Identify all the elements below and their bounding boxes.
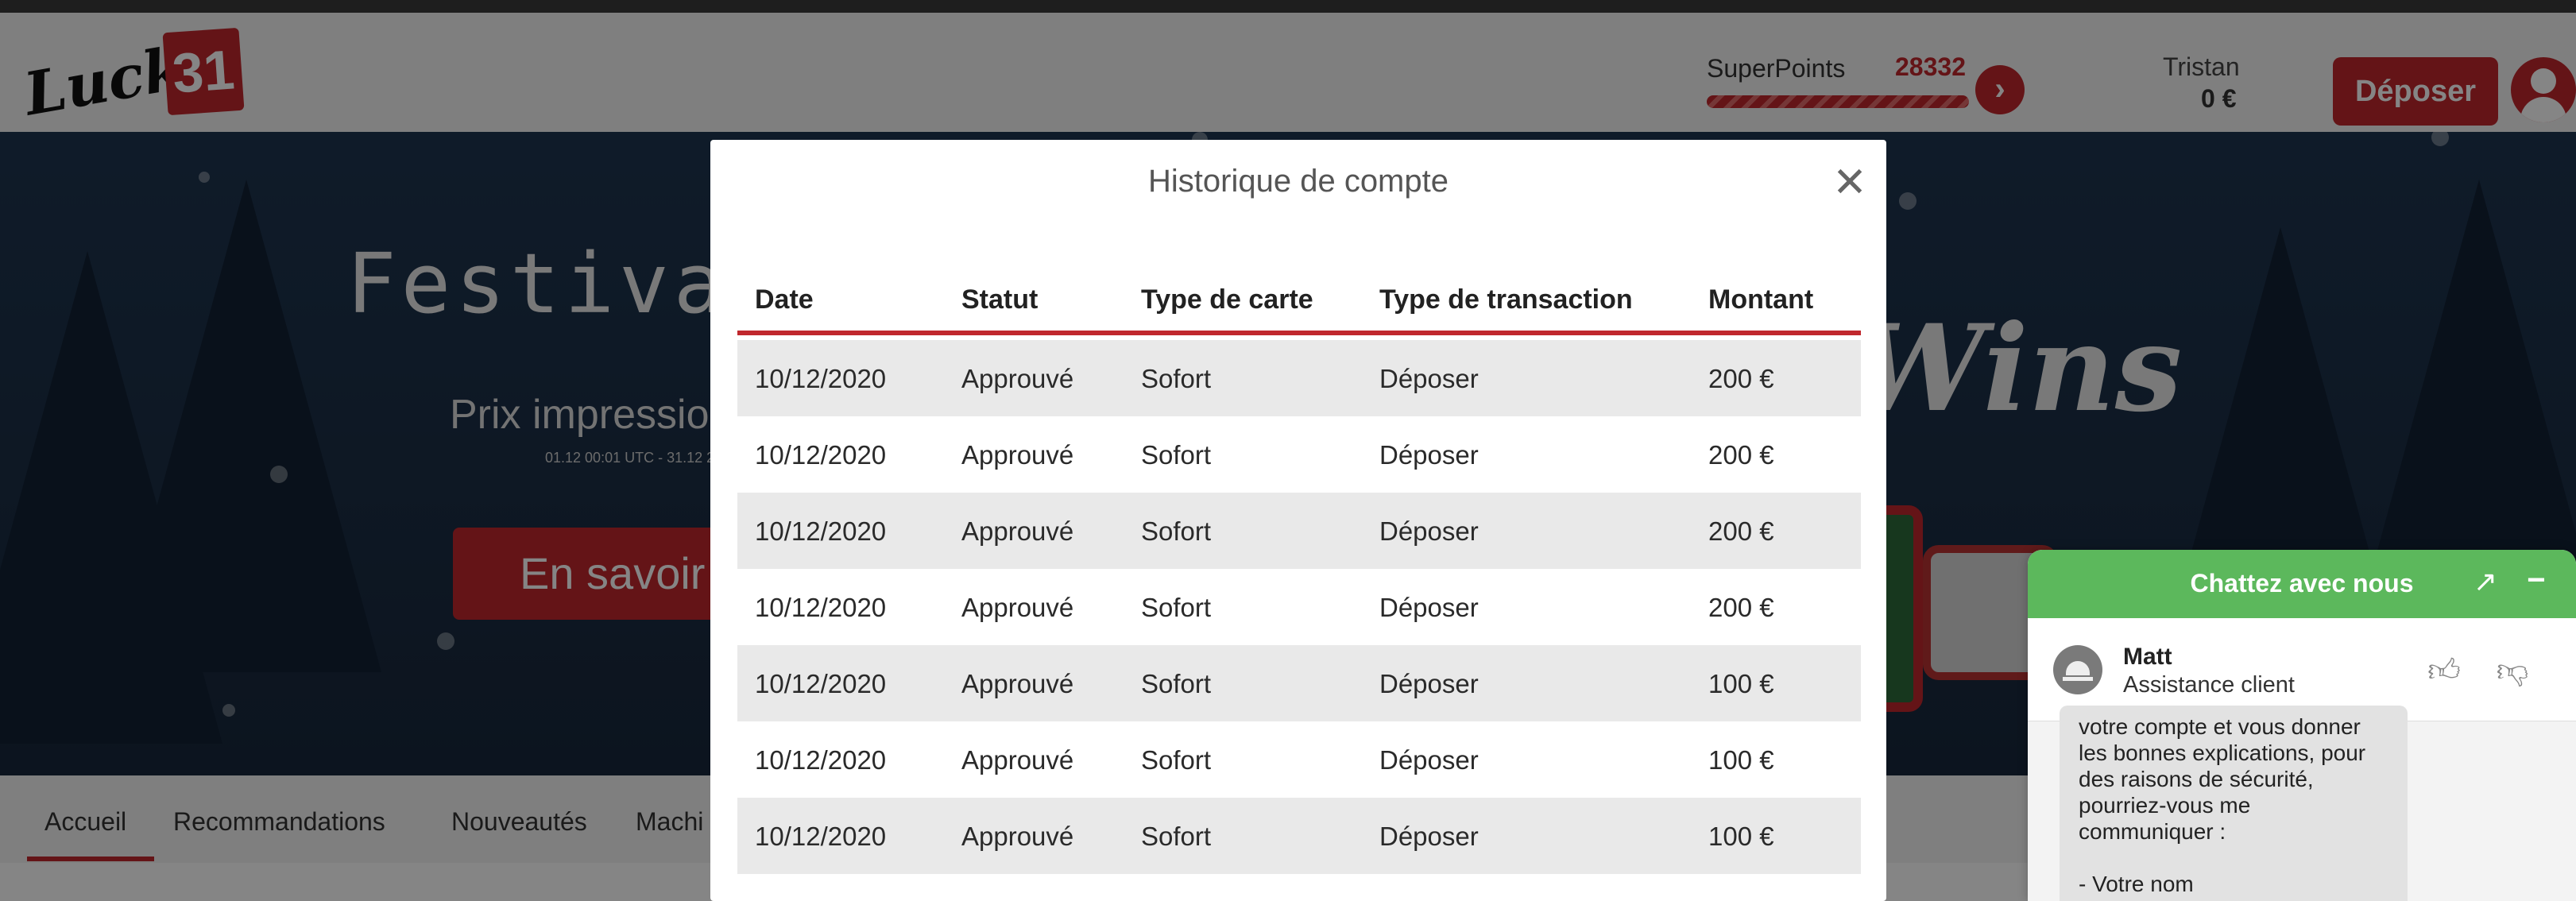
table-row: 10/12/2020 Approuvé Sofort Déposer 100 € bbox=[737, 798, 1861, 874]
bell-base bbox=[2063, 677, 2093, 681]
column-header-transaction-type: Type de transaction bbox=[1379, 284, 1633, 315]
chat-widget: Chattez avec nous ↗ − Matt Assistance cl… bbox=[2028, 550, 2576, 901]
cell-date: 10/12/2020 bbox=[755, 669, 887, 698]
concierge-bell-icon bbox=[2053, 645, 2102, 694]
cell-status: Approuvé bbox=[961, 593, 1074, 622]
cell-status: Approuvé bbox=[961, 745, 1074, 775]
modal-title: Historique de compte bbox=[1148, 164, 1449, 199]
cell-card-type: Sofort bbox=[1141, 669, 1212, 698]
cell-date: 10/12/2020 bbox=[755, 593, 887, 622]
cell-status: Approuvé bbox=[961, 364, 1074, 393]
thumbs-down-icon[interactable]: 👎︎ bbox=[2493, 652, 2532, 690]
cell-amount: 200 € bbox=[1708, 593, 1774, 622]
cell-transaction-type: Déposer bbox=[1379, 440, 1479, 470]
cell-status: Approuvé bbox=[961, 516, 1074, 546]
table-row: 10/12/2020 Approuvé Sofort Déposer 200 € bbox=[737, 569, 1861, 645]
column-header-amount: Montant bbox=[1708, 284, 1814, 315]
cell-amount: 200 € bbox=[1708, 364, 1774, 393]
expand-icon[interactable]: ↗ bbox=[2468, 564, 2503, 599]
cell-status: Approuvé bbox=[961, 822, 1074, 851]
agent-message-bubble: votre compte et vous donner les bonnes e… bbox=[2060, 706, 2408, 901]
table-row: 10/12/2020 Approuvé Sofort Déposer 200 € bbox=[737, 340, 1861, 416]
cell-transaction-type: Déposer bbox=[1379, 516, 1479, 546]
cell-date: 10/12/2020 bbox=[755, 745, 887, 775]
agent-role: Assistance client bbox=[2123, 672, 2295, 698]
chat-header[interactable]: Chattez avec nous ↗ − bbox=[2028, 550, 2576, 618]
cell-card-type: Sofort bbox=[1141, 745, 1212, 775]
account-history-modal: Historique de compte ✕ Date Statut Type … bbox=[710, 140, 1886, 901]
cell-status: Approuvé bbox=[961, 440, 1074, 470]
cell-card-type: Sofort bbox=[1141, 364, 1212, 393]
table-row: 10/12/2020 Approuvé Sofort Déposer 100 € bbox=[737, 721, 1861, 798]
table-row: 10/12/2020 Approuvé Sofort Déposer 200 € bbox=[737, 416, 1861, 493]
cell-date: 10/12/2020 bbox=[755, 822, 887, 851]
table-header: Date Statut Type de carte Type de transa… bbox=[737, 275, 1861, 335]
agent-name: Matt bbox=[2123, 644, 2172, 670]
cell-transaction-type: Déposer bbox=[1379, 669, 1479, 698]
cell-card-type: Sofort bbox=[1141, 593, 1212, 622]
cell-date: 10/12/2020 bbox=[755, 440, 887, 470]
cell-card-type: Sofort bbox=[1141, 822, 1212, 851]
close-icon[interactable]: ✕ bbox=[1828, 160, 1872, 205]
cell-amount: 100 € bbox=[1708, 669, 1774, 698]
cell-status: Approuvé bbox=[961, 669, 1074, 698]
cell-transaction-type: Déposer bbox=[1379, 745, 1479, 775]
column-header-date: Date bbox=[755, 284, 814, 315]
column-header-status: Statut bbox=[961, 284, 1039, 315]
cell-amount: 200 € bbox=[1708, 440, 1774, 470]
chat-messages[interactable]: votre compte et vous donner les bonnes e… bbox=[2028, 706, 2576, 901]
cell-date: 10/12/2020 bbox=[755, 516, 887, 546]
cell-transaction-type: Déposer bbox=[1379, 364, 1479, 393]
bell-dome bbox=[2066, 661, 2090, 675]
cell-amount: 100 € bbox=[1708, 822, 1774, 851]
table-row: 10/12/2020 Approuvé Sofort Déposer 200 € bbox=[737, 493, 1861, 569]
cell-amount: 100 € bbox=[1708, 745, 1774, 775]
column-header-card-type: Type de carte bbox=[1141, 284, 1313, 315]
minimize-icon[interactable]: − bbox=[2519, 563, 2554, 597]
table-row: 10/12/2020 Approuvé Sofort Déposer 100 € bbox=[737, 645, 1861, 721]
cell-card-type: Sofort bbox=[1141, 440, 1212, 470]
cell-card-type: Sofort bbox=[1141, 516, 1212, 546]
cell-date: 10/12/2020 bbox=[755, 364, 887, 393]
cell-transaction-type: Déposer bbox=[1379, 593, 1479, 622]
thumbs-up-icon[interactable]: 👍︎ bbox=[2425, 652, 2463, 690]
cell-transaction-type: Déposer bbox=[1379, 822, 1479, 851]
cell-amount: 200 € bbox=[1708, 516, 1774, 546]
